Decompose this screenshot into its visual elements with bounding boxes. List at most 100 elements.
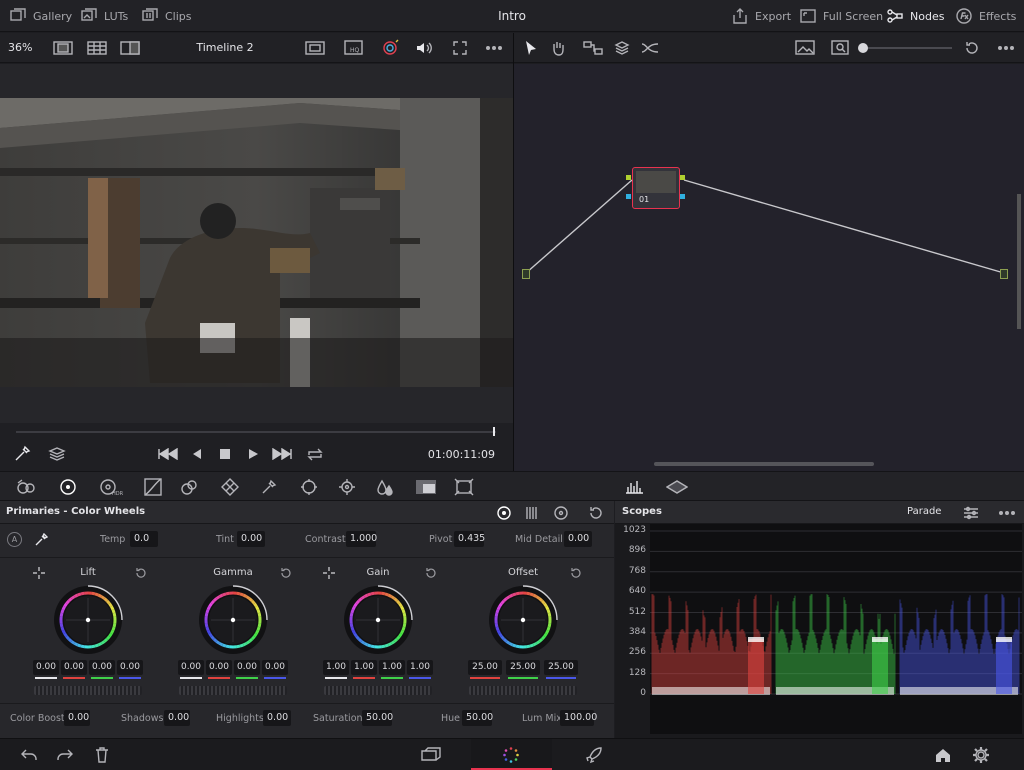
saturation-field[interactable]: 50.00 — [362, 710, 393, 726]
wheel-value-field[interactable]: 0.00 — [33, 660, 59, 675]
lum-mix-field[interactable]: 100.00 — [560, 710, 597, 726]
wheel-value-field[interactable]: 0.00 — [117, 660, 143, 675]
luts-button[interactable]: LUTs — [80, 0, 128, 32]
skip-to-end-icon[interactable] — [270, 445, 294, 463]
reset-icon[interactable] — [279, 566, 293, 580]
hdr-wheels-icon[interactable]: HDR — [98, 477, 124, 497]
layers-icon[interactable] — [612, 39, 632, 57]
color-wheels-icon[interactable] — [57, 477, 79, 497]
more-icon[interactable] — [997, 504, 1017, 522]
zoom-fit-icon[interactable] — [830, 39, 852, 57]
redo-icon[interactable] — [54, 745, 76, 765]
home-icon[interactable] — [932, 745, 954, 765]
scope-mode-selector[interactable]: Parade — [907, 506, 941, 517]
auto-balance-button[interactable]: A — [7, 532, 22, 547]
color-wheel[interactable] — [52, 584, 124, 656]
contrast-field[interactable]: 1.000 — [346, 531, 377, 547]
master-wheel-jog[interactable] — [469, 686, 577, 695]
pointer-icon[interactable] — [522, 39, 540, 57]
gallery-button[interactable]: Gallery — [9, 0, 72, 32]
master-wheel-jog[interactable] — [179, 686, 287, 695]
nodes-button[interactable]: Nodes — [886, 0, 944, 32]
reset-icon[interactable] — [962, 39, 982, 57]
undo-icon[interactable] — [18, 745, 40, 765]
node-key-input-dot[interactable] — [626, 194, 631, 199]
master-wheel-jog[interactable] — [324, 686, 432, 695]
hq-icon[interactable]: HQ — [343, 39, 365, 57]
tracker-icon[interactable] — [336, 477, 358, 497]
playhead[interactable] — [493, 427, 495, 436]
window-icon[interactable] — [297, 477, 321, 497]
timeline-selector[interactable]: Timeline 2 — [170, 33, 280, 63]
color-wheel[interactable] — [342, 584, 414, 656]
wheel-value-field[interactable]: 1.00 — [351, 660, 377, 675]
color-wheel[interactable] — [197, 584, 269, 656]
wheel-value-field[interactable]: 0.00 — [206, 660, 232, 675]
eyedropper-icon[interactable] — [32, 531, 50, 549]
color-boost-field[interactable]: 0.00 — [64, 710, 90, 726]
wheel-value-field[interactable]: 1.00 — [379, 660, 405, 675]
wheel-value-field[interactable]: 25.00 — [468, 660, 502, 675]
stop-icon[interactable] — [216, 445, 234, 463]
reset-icon[interactable] — [134, 566, 148, 580]
color-wheels-mode-icon[interactable] — [494, 504, 514, 522]
hand-icon[interactable] — [548, 39, 568, 57]
image-thumb-icon[interactable] — [794, 39, 816, 57]
trash-icon[interactable] — [92, 745, 112, 765]
wheel-value-field[interactable]: 0.00 — [234, 660, 260, 675]
color-node[interactable]: 01 — [632, 167, 680, 209]
zoom-slider-track[interactable] — [860, 47, 952, 49]
color-wheel[interactable] — [487, 584, 559, 656]
clips-button[interactable]: Clips — [141, 0, 192, 32]
wheel-value-field[interactable]: 0.00 — [262, 660, 288, 675]
input-node-connector[interactable] — [522, 269, 530, 279]
wheel-value-field[interactable]: 0.00 — [61, 660, 87, 675]
wheel-value-field[interactable]: 0.00 — [178, 660, 204, 675]
safe-area-icon[interactable] — [304, 40, 326, 56]
master-wheel-jog[interactable] — [34, 686, 142, 695]
wheel-value-field[interactable]: 0.00 — [89, 660, 115, 675]
wheel-value-field[interactable]: 25.00 — [506, 660, 540, 675]
shadows-field[interactable]: 0.00 — [164, 710, 190, 726]
output-node-connector[interactable] — [1000, 269, 1008, 279]
mesh-icon[interactable] — [219, 477, 241, 497]
color-warper-icon[interactable] — [178, 477, 200, 497]
picker-icon[interactable] — [322, 566, 336, 580]
color-wheel-icon[interactable] — [378, 38, 402, 58]
picker-icon[interactable] — [32, 566, 46, 580]
info-icon[interactable] — [665, 477, 689, 497]
more-icon[interactable] — [996, 39, 1016, 57]
qualifier-icon[interactable] — [258, 477, 280, 497]
pivot-field[interactable]: 0.435 — [454, 531, 485, 547]
tint-field[interactable]: 0.00 — [237, 531, 265, 547]
log-wheels-icon[interactable] — [551, 504, 571, 522]
reset-icon[interactable] — [569, 566, 583, 580]
split-viewer-icon[interactable] — [86, 40, 108, 56]
key-icon[interactable] — [414, 477, 438, 497]
node-key-output-dot[interactable] — [680, 194, 685, 199]
node-input-dot[interactable] — [626, 175, 631, 180]
curves-link-icon[interactable] — [640, 39, 660, 57]
expand-icon[interactable] — [450, 39, 470, 57]
blur-icon[interactable] — [374, 477, 396, 497]
hue-field[interactable]: 50.00 — [462, 710, 493, 726]
skip-to-start-icon[interactable] — [156, 445, 180, 463]
layers-icon[interactable] — [47, 444, 67, 464]
wheel-value-field[interactable]: 1.00 — [407, 660, 433, 675]
effects-button[interactable]: Effects — [955, 0, 1016, 32]
sizing-icon[interactable] — [452, 477, 476, 497]
node-output-dot[interactable] — [680, 175, 685, 180]
wheel-value-field[interactable]: 25.00 — [544, 660, 578, 675]
speaker-icon[interactable] — [414, 39, 434, 57]
temp-field[interactable]: 0.0 — [130, 531, 158, 547]
wheel-value-field[interactable]: 1.00 — [323, 660, 349, 675]
highlights-field[interactable]: 0.00 — [263, 710, 291, 726]
zoom-level[interactable]: 36% — [8, 33, 32, 63]
reset-icon[interactable] — [586, 504, 606, 522]
wipe-icon[interactable] — [119, 40, 141, 56]
eyedropper-icon[interactable] — [12, 444, 32, 464]
step-back-icon[interactable] — [188, 445, 206, 463]
scopes-icon[interactable] — [622, 477, 646, 497]
camera-raw-icon[interactable] — [14, 477, 38, 497]
loop-icon[interactable] — [304, 444, 326, 464]
